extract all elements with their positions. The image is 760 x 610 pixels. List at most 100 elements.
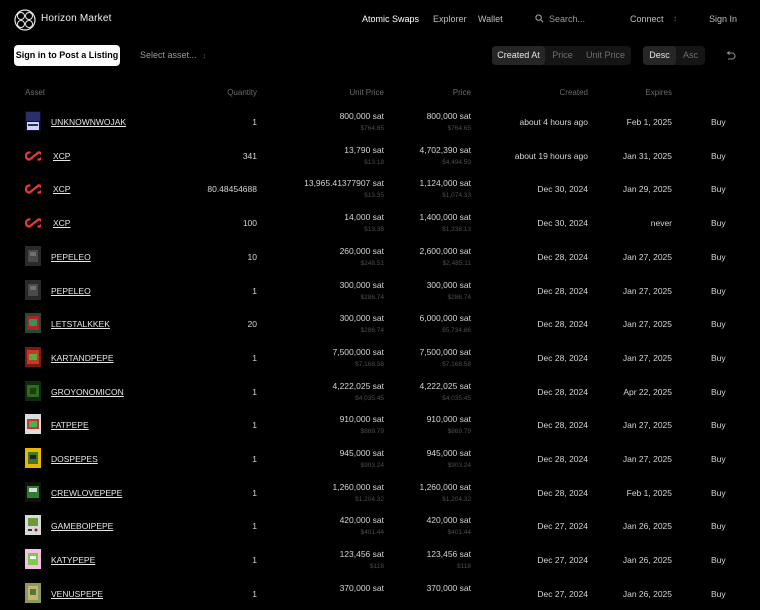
price-sat: 1,260,000 sat bbox=[419, 482, 471, 492]
asset-link[interactable]: UNKNOWNWOJAK bbox=[51, 117, 126, 127]
asset-thumbnail[interactable] bbox=[25, 246, 41, 266]
buy-button[interactable]: Buy bbox=[711, 454, 726, 464]
table-row[interactable]: PEPELEO 1 300,000 sat $286.74 300,000 sat $28… bbox=[0, 273, 760, 307]
buy-button[interactable]: Buy bbox=[711, 218, 726, 228]
sort-created-at[interactable]: Created At bbox=[492, 46, 545, 65]
expires-date: Jan 27, 2025 bbox=[622, 353, 672, 363]
asset-link[interactable]: FATPEPE bbox=[51, 420, 89, 430]
table-row[interactable]: XCP 80.48454688 13,965.41377907 sat $13.35 1… bbox=[0, 171, 760, 205]
asset-thumbnail[interactable] bbox=[25, 111, 41, 131]
nav-atomic-swaps[interactable]: Atomic Swaps bbox=[362, 14, 419, 24]
horizon-logo-icon[interactable] bbox=[14, 9, 36, 31]
asset-link[interactable]: GAMEBOIPEPE bbox=[51, 521, 113, 531]
buy-button[interactable]: Buy bbox=[711, 252, 726, 262]
sign-in-link[interactable]: Sign In bbox=[709, 14, 737, 24]
table-row[interactable]: LETSTALKKEK 20 300,000 sat $286.74 6,000,000… bbox=[0, 306, 760, 340]
quantity-value: 1 bbox=[252, 555, 257, 565]
asset-link[interactable]: XCP bbox=[53, 151, 70, 161]
buy-button[interactable]: Buy bbox=[711, 420, 726, 430]
search-box[interactable]: Search... bbox=[535, 13, 615, 27]
sort-price[interactable]: Price bbox=[545, 46, 580, 65]
asset-link[interactable]: XCP bbox=[53, 218, 70, 228]
table-row[interactable]: PEPELEO 10 260,000 sat $248.51 2,600,000 sat… bbox=[0, 239, 760, 273]
brand-name[interactable]: Horizon Market bbox=[41, 13, 112, 24]
asset-link[interactable]: KARTANDPEPE bbox=[51, 353, 114, 363]
asset-thumbnail[interactable] bbox=[25, 414, 41, 434]
table-row[interactable]: GAMEBOIPEPE 1 420,000 sat $401.44 420,000 sa… bbox=[0, 508, 760, 542]
asset-thumbnail[interactable] bbox=[25, 482, 41, 502]
buy-button[interactable]: Buy bbox=[711, 353, 726, 363]
asset-link[interactable]: VENUSPEPE bbox=[51, 589, 103, 599]
asset-link[interactable]: DOSPEPES bbox=[51, 454, 98, 464]
table-row[interactable]: CREWLOVEPEPE 1 1,260,000 sat $1,204.32 1,260… bbox=[0, 475, 760, 509]
buy-button[interactable]: Buy bbox=[711, 589, 726, 599]
asset-thumbnail[interactable] bbox=[25, 149, 41, 169]
col-price[interactable]: Price bbox=[453, 88, 471, 97]
buy-button[interactable]: Buy bbox=[711, 555, 726, 565]
table-row[interactable]: DOSPEPES 1 945,000 sat $903.24 945,000 sat $9… bbox=[0, 441, 760, 475]
sort-toggle-group: Created At Price Unit Price bbox=[492, 46, 631, 65]
col-asset[interactable]: Asset bbox=[25, 88, 45, 97]
buy-button[interactable]: Buy bbox=[711, 184, 726, 194]
reset-icon[interactable] bbox=[725, 51, 736, 61]
asset-select-value: Select asset... bbox=[140, 50, 197, 60]
asset-thumbnail[interactable] bbox=[25, 280, 41, 300]
asset-link[interactable]: GROYONOMICON bbox=[51, 387, 124, 397]
post-listing-button[interactable]: Sign in to Post a Listing bbox=[14, 45, 120, 66]
table-row[interactable]: VENUSPEPE 1 370,000 sat 370,000 sat Dec 27, … bbox=[0, 576, 760, 610]
sort-desc[interactable]: Desc bbox=[643, 46, 676, 65]
unit-price-sat: 13,965.41377907 sat bbox=[304, 178, 384, 188]
table-row[interactable]: KARTANDPEPE 1 7,500,000 sat $7,168.58 7,500,… bbox=[0, 340, 760, 374]
chevron-up-down-icon[interactable]: ↕ bbox=[673, 14, 677, 23]
table-row[interactable]: XCP 341 13,790 sat $13.18 4,702,390 sat $4,49… bbox=[0, 138, 760, 172]
asset-thumbnail[interactable] bbox=[25, 182, 41, 202]
price-sat: 6,000,000 sat bbox=[419, 313, 471, 323]
sort-unit-price[interactable]: Unit Price bbox=[580, 46, 631, 65]
table-row[interactable]: FATPEPE 1 910,000 sat $869.79 910,000 sat $86… bbox=[0, 407, 760, 441]
buy-button[interactable]: Buy bbox=[711, 488, 726, 498]
col-quantity[interactable]: Quantity bbox=[227, 88, 257, 97]
asset-link[interactable]: KATYPEPE bbox=[51, 555, 95, 565]
buy-button[interactable]: Buy bbox=[711, 117, 726, 127]
asset-link[interactable]: PEPELEO bbox=[51, 286, 91, 296]
expires-date: Jan 26, 2025 bbox=[622, 555, 672, 565]
col-created[interactable]: Created bbox=[560, 88, 588, 97]
asset-thumbnail[interactable] bbox=[25, 583, 41, 603]
nav-explorer[interactable]: Explorer bbox=[433, 14, 467, 24]
asset-link[interactable]: PEPELEO bbox=[51, 252, 91, 262]
sort-asc[interactable]: Asc bbox=[676, 46, 705, 65]
col-unit-price[interactable]: Unit Price bbox=[349, 88, 384, 97]
asset-link[interactable]: LETSTALKKEK bbox=[51, 319, 110, 329]
asset-thumbnail[interactable] bbox=[25, 313, 41, 333]
asset-thumbnail[interactable] bbox=[25, 549, 41, 569]
table-row[interactable]: GROYONOMICON 1 4,222,025 sat $4,035.45 4,222… bbox=[0, 374, 760, 408]
buy-button[interactable]: Buy bbox=[711, 286, 726, 296]
price-usd: $7,168.58 bbox=[442, 361, 471, 368]
price-sat: 300,000 sat bbox=[426, 280, 471, 290]
price-usd: $869.79 bbox=[447, 428, 472, 435]
price-sat: 800,000 sat bbox=[426, 111, 471, 121]
table-row[interactable]: UNKNOWNWOJAK 1 800,000 sat $764.65 800,000 s… bbox=[0, 104, 760, 138]
connect-button[interactable]: Connect bbox=[630, 14, 664, 24]
asset-thumbnail[interactable] bbox=[25, 347, 41, 367]
asset-thumbnail[interactable] bbox=[25, 515, 41, 535]
buy-button[interactable]: Buy bbox=[711, 151, 726, 161]
table-row[interactable]: XCP 100 14,000 sat $13.38 1,400,000 sat $1,33… bbox=[0, 205, 760, 239]
buy-button[interactable]: Buy bbox=[711, 521, 726, 531]
asset-thumbnail[interactable] bbox=[25, 448, 41, 468]
created-date: Dec 28, 2024 bbox=[537, 454, 588, 464]
buy-button[interactable]: Buy bbox=[711, 387, 726, 397]
asset-thumbnail[interactable] bbox=[25, 216, 41, 236]
table-row[interactable]: KATYPEPE 1 123,456 sat $118 123,456 sat $118 D… bbox=[0, 542, 760, 576]
nav-wallet[interactable]: Wallet bbox=[478, 14, 503, 24]
expires-date: never bbox=[650, 218, 672, 228]
price-usd: $118 bbox=[457, 563, 471, 570]
col-expires[interactable]: Expires bbox=[645, 88, 672, 97]
buy-button[interactable]: Buy bbox=[711, 319, 726, 329]
created-date: Dec 28, 2024 bbox=[537, 252, 588, 262]
asset-link[interactable]: CREWLOVEPEPE bbox=[51, 488, 122, 498]
price-sat: 420,000 sat bbox=[426, 515, 471, 525]
asset-select[interactable]: Select asset... ↕ bbox=[140, 50, 206, 60]
asset-link[interactable]: XCP bbox=[53, 184, 70, 194]
asset-thumbnail[interactable] bbox=[25, 381, 41, 401]
